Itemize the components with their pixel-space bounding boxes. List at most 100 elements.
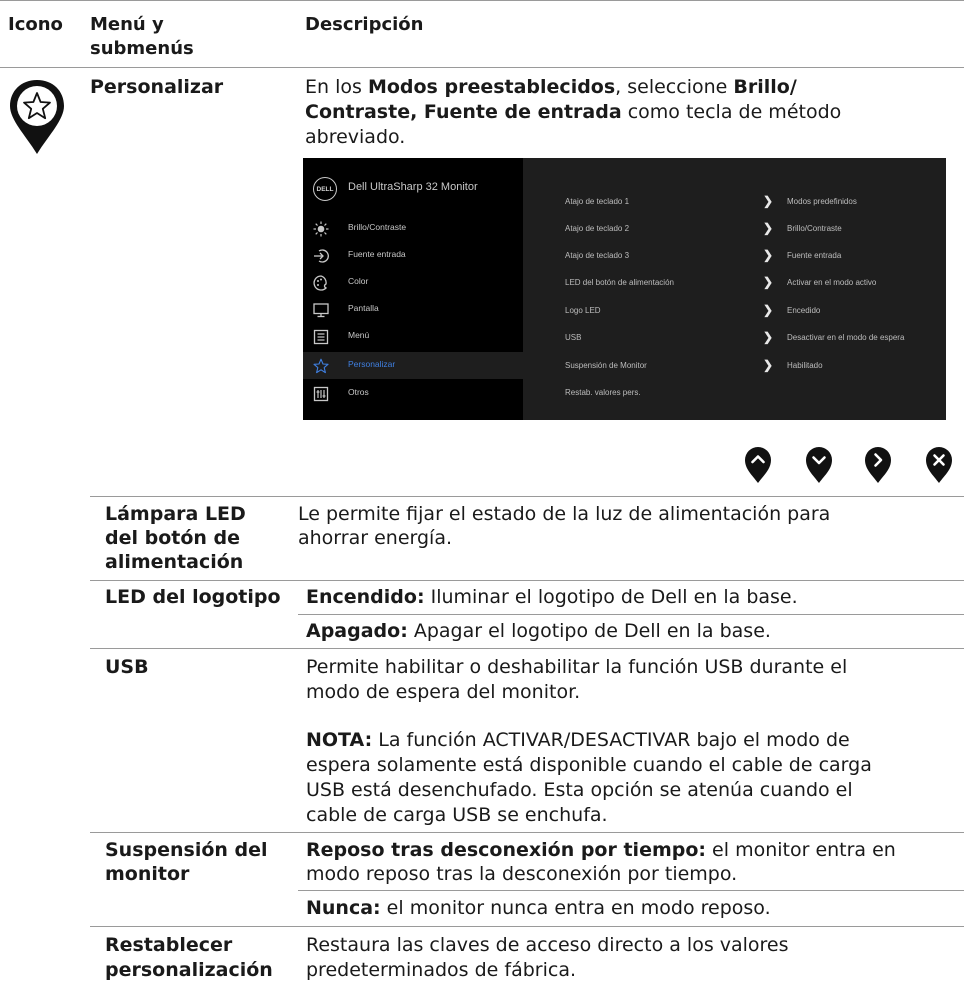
- led-title-line1: Lámpara LED: [105, 503, 246, 525]
- desc-text: , seleccione: [615, 76, 734, 98]
- logo-led-on: Encendido: Iluminar el logotipo de Dell …: [306, 585, 798, 610]
- osd-row-key: Suspensión de Monitor: [565, 361, 647, 370]
- usb-note-label: NOTA:: [306, 729, 373, 751]
- header-description: Descripción: [305, 14, 424, 35]
- osd-row-value: Encedido: [787, 306, 821, 315]
- chevron-right-icon: ❯: [763, 330, 774, 344]
- osd-title: Dell UltraSharp 32 Monitor: [348, 181, 478, 193]
- led-title-line3: alimentación: [105, 551, 244, 573]
- personalize-desc-line1: En los Modos preestablecidos, seleccione…: [305, 75, 797, 100]
- sleep-a-line2: modo reposo tras la desconexión por tiem…: [306, 863, 738, 885]
- logo-led-on-text: Iluminar el logotipo de Dell en la base.: [424, 586, 798, 608]
- personalize-title: Personalizar: [90, 76, 224, 98]
- sleep-title-line2: monitor: [105, 863, 190, 885]
- osd-row-monitor-sleep[interactable]: Suspensión de Monitor ❯ Habilitado: [565, 357, 925, 377]
- close-button-icon: [926, 447, 952, 483]
- row-separator: [90, 580, 964, 581]
- usb-desc-line2: modo de espera del monitor.: [306, 681, 581, 703]
- row-separator: [90, 648, 964, 649]
- right-button-icon: [865, 447, 891, 483]
- led-title-line2: del botón de: [105, 527, 241, 549]
- personalize-desc-line2: Contraste, Fuente de entrada como tecla …: [305, 100, 841, 125]
- osd-menu-label: Brillo/Contraste: [348, 222, 407, 232]
- sleep-b-text: el monitor nunca entra en modo reposo.: [380, 897, 771, 919]
- header-menu-line1: Menú y: [90, 14, 164, 35]
- personalize-desc-line3: abreviado.: [305, 126, 406, 148]
- row-separator: [298, 614, 964, 615]
- osd-menu-item-color[interactable]: Color: [303, 269, 523, 296]
- logo-led-on-label: Encendido:: [306, 586, 425, 608]
- sleep-title-line1: Suspensión del: [105, 839, 268, 861]
- sleep-a-line1: Reposo tras desconexión por tiempo: el m…: [306, 838, 896, 863]
- osd-menu-item-brightness[interactable]: Brillo/Contraste: [303, 215, 523, 242]
- header-menu-line2: submenús: [90, 38, 194, 59]
- led-desc-line2: ahorrar energía.: [298, 527, 453, 549]
- menu-icon: [313, 329, 329, 345]
- chevron-right-icon: ❯: [763, 194, 774, 208]
- row-separator: [90, 832, 964, 833]
- logo-led-off-text: Apagar el logotipo de Dell en la base.: [407, 620, 771, 642]
- usb-note-line2: espera solamente está disponible cuando …: [306, 754, 872, 776]
- star-icon: [313, 358, 329, 374]
- dell-logo: DELL: [313, 177, 337, 201]
- others-icon: [313, 386, 329, 402]
- osd-row-key: Atajo de teclado 2: [565, 224, 630, 233]
- color-icon: [313, 275, 328, 291]
- osd-row-value: Fuente entrada: [787, 251, 842, 260]
- display-icon: [313, 303, 329, 318]
- chevron-right-icon: ❯: [763, 248, 774, 262]
- sleep-b: Nunca: el monitor nunca entra en modo re…: [306, 896, 771, 921]
- input-icon: [314, 249, 329, 263]
- osd-row-hotkey1[interactable]: Atajo de teclado 1 ❯ Modos predefinidos: [565, 193, 925, 213]
- desc-bold: Brillo/: [733, 76, 797, 98]
- chevron-right-icon: ❯: [763, 221, 774, 235]
- row-separator: [90, 926, 964, 927]
- up-button-icon: [745, 447, 771, 483]
- osd-row-value: Habilitado: [787, 361, 823, 370]
- chevron-right-icon: ❯: [763, 275, 774, 289]
- osd-menu-item-input[interactable]: Fuente entrada: [303, 242, 523, 269]
- row-separator: [90, 496, 964, 497]
- logo-led-off-label: Apagado:: [306, 620, 408, 642]
- down-button-icon: [806, 447, 832, 483]
- osd-menu-label: Menú: [348, 330, 370, 340]
- osd-menu-item-others[interactable]: Otros: [303, 380, 523, 407]
- reset-desc-line1: Restaura las claves de acceso directo a …: [306, 934, 789, 956]
- reset-desc-line2: predeterminados de fábrica.: [306, 959, 577, 981]
- osd-menu-label: Pantalla: [348, 303, 379, 313]
- desc-text: como tecla de método: [621, 101, 842, 123]
- osd-row-logo-led[interactable]: Logo LED ❯ Encedido: [565, 302, 925, 322]
- usb-note-line1: NOTA: La función ACTIVAR/DESACTIVAR bajo…: [306, 728, 850, 753]
- header-icon: Icono: [8, 14, 63, 35]
- osd-row-usb[interactable]: USB ❯ Desactivar en el modo de espera: [565, 329, 925, 349]
- usb-note-line3: USB está desenchufado. Esta opción se at…: [306, 779, 853, 801]
- logo-led-title: LED del logotipo: [105, 586, 281, 608]
- led-desc-line1: Le permite fijar el estado de la luz de …: [298, 503, 831, 525]
- osd-menu-item-personalize[interactable]: Personalizar: [303, 352, 523, 379]
- desc-bold: Contraste, Fuente de entrada: [305, 101, 622, 123]
- row-separator: [298, 890, 964, 891]
- sleep-a-label: Reposo tras desconexión por tiempo:: [306, 839, 707, 861]
- brightness-icon: [313, 221, 329, 237]
- osd-row-hotkey2[interactable]: Atajo de teclado 2 ❯ Brillo/Contraste: [565, 220, 925, 240]
- osd-row-key: Atajo de teclado 3: [565, 251, 630, 260]
- logo-led-off: Apagado: Apagar el logotipo de Dell en l…: [306, 619, 771, 644]
- osd-row-value: Modos predefinidos: [787, 197, 857, 206]
- osd-menu-item-display[interactable]: Pantalla: [303, 296, 523, 323]
- header-top-rule: [0, 0, 964, 1]
- osd-row-hotkey3[interactable]: Atajo de teclado 3 ❯ Fuente entrada: [565, 247, 925, 267]
- reset-title-line1: Restablecer: [105, 934, 233, 956]
- sleep-b-label: Nunca:: [306, 897, 381, 919]
- usb-title: USB: [105, 656, 149, 678]
- osd-row-key: LED del botón de alimentación: [565, 278, 674, 287]
- osd-menu-label: Color: [348, 276, 369, 286]
- usb-note-text: La función ACTIVAR/DESACTIVAR bajo el mo…: [372, 729, 850, 751]
- osd-row-value: Brillo/Contraste: [787, 224, 842, 233]
- osd-menu-item-menu[interactable]: Menú: [303, 323, 523, 350]
- osd-menu-panel: DELL Dell UltraSharp 32 Monitor Brillo/C…: [303, 158, 523, 420]
- osd-row-power-led[interactable]: LED del botón de alimentación ❯ Activar en…: [565, 274, 925, 294]
- desc-bold: Modos preestablecidos: [367, 76, 616, 98]
- chevron-right-icon: ❯: [763, 358, 774, 372]
- usb-note-line4: cable de carga USB se enchufa.: [306, 804, 608, 826]
- osd-row-reset[interactable]: Restab. valores pers.: [565, 384, 925, 404]
